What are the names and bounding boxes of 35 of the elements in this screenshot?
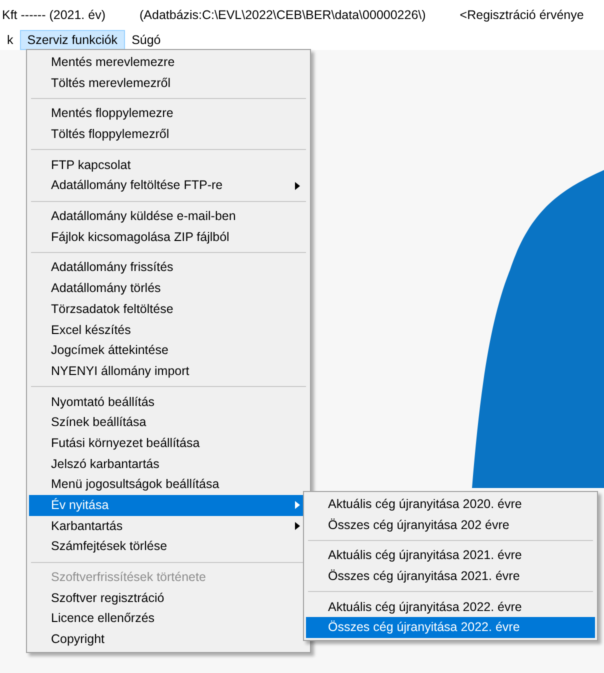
menu-item[interactable]: Futási környezet beállítása — [29, 433, 308, 454]
menu-item[interactable]: Törzsadatok feltöltése — [29, 298, 308, 320]
menu-item[interactable]: Összes cég újranyitása 2022. évre — [306, 617, 595, 638]
menu-item[interactable]: Mentés merevlemezre — [29, 52, 308, 73]
title-text: (Adatbázis:C:\EVL\2022\CEB\BER\data\00000226\) — [140, 6, 426, 24]
title-text: <Regisztráció érvénye — [460, 6, 584, 24]
menu-item[interactable]: Mentés floppylemezre — [29, 103, 308, 124]
menu-item[interactable]: Excel készítés — [29, 320, 308, 340]
menu-item[interactable]: Adatállomány küldése e-mail-ben — [29, 206, 308, 227]
menu-item[interactable]: Összes cég újranyitása 2021. évre — [306, 566, 595, 587]
menu-item[interactable]: Fájlok kicsomagolása ZIP fájlból — [29, 226, 308, 248]
menu-item[interactable]: Aktuális cég újranyitása 2022. évre — [306, 596, 595, 618]
menu-item[interactable]: Aktuális cég újranyitása 2020. évre — [306, 494, 595, 515]
menu-item[interactable]: Nyomtató beállítás — [29, 392, 308, 412]
menu-item[interactable]: Jogcímek áttekintése — [29, 340, 308, 361]
submenu-arrow-icon — [295, 522, 300, 530]
menu-item[interactable]: Menü jogosultságok beállítása — [29, 474, 308, 496]
menu-bar-item[interactable]: k — [0, 30, 20, 50]
menu-item[interactable]: Adatállomány törlés — [29, 278, 308, 299]
menu-bar-item[interactable]: Súgó — [124, 30, 168, 50]
menu-item[interactable]: FTP kapcsolat — [29, 154, 308, 176]
menu-item[interactable]: NYENYI állomány import — [29, 360, 308, 382]
menu-item[interactable]: Karbantartás — [29, 516, 308, 536]
menu-bar-item[interactable]: Szerviz funkciók — [20, 30, 125, 50]
menu-item[interactable]: Jelszó karbantartás — [29, 454, 308, 474]
title-text: Kft ------ (2021. év) — [2, 6, 106, 24]
menu-item[interactable]: Töltés floppylemezről — [29, 124, 308, 145]
menu-item[interactable]: Adatállomány frissítés — [29, 258, 308, 278]
submenu-arrow-icon — [295, 182, 300, 190]
menu-item[interactable]: Színek beállítása — [29, 412, 308, 433]
menu-item[interactable]: Adatállomány feltöltése FTP-re — [29, 175, 308, 196]
submenu-arrow-icon — [295, 501, 300, 510]
menu-item[interactable]: Töltés merevlemezről — [29, 72, 308, 94]
menu-item[interactable]: Aktuális cég újranyitása 2021. évre — [306, 545, 595, 566]
menu-item[interactable]: Összes cég újranyitása 202 évre — [306, 514, 595, 536]
